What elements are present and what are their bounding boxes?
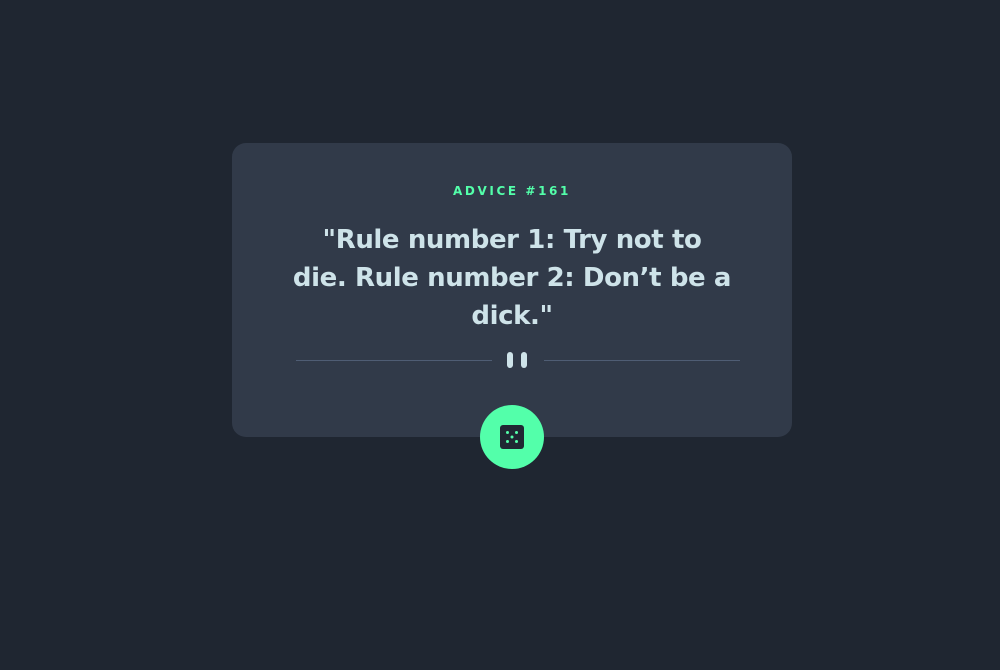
divider-line-left [296,360,492,361]
advice-quote: "Rule number 1: Try not to die. Rule num… [292,225,732,331]
dice-icon [500,425,524,449]
advice-card: ADVICE #161 "Rule number 1: Try not to d… [232,143,792,437]
divider-line-right [544,360,740,361]
pause-icon [507,352,529,368]
divider [296,352,740,370]
new-advice-button[interactable] [480,405,544,469]
advice-id-label: ADVICE #161 [453,184,571,198]
